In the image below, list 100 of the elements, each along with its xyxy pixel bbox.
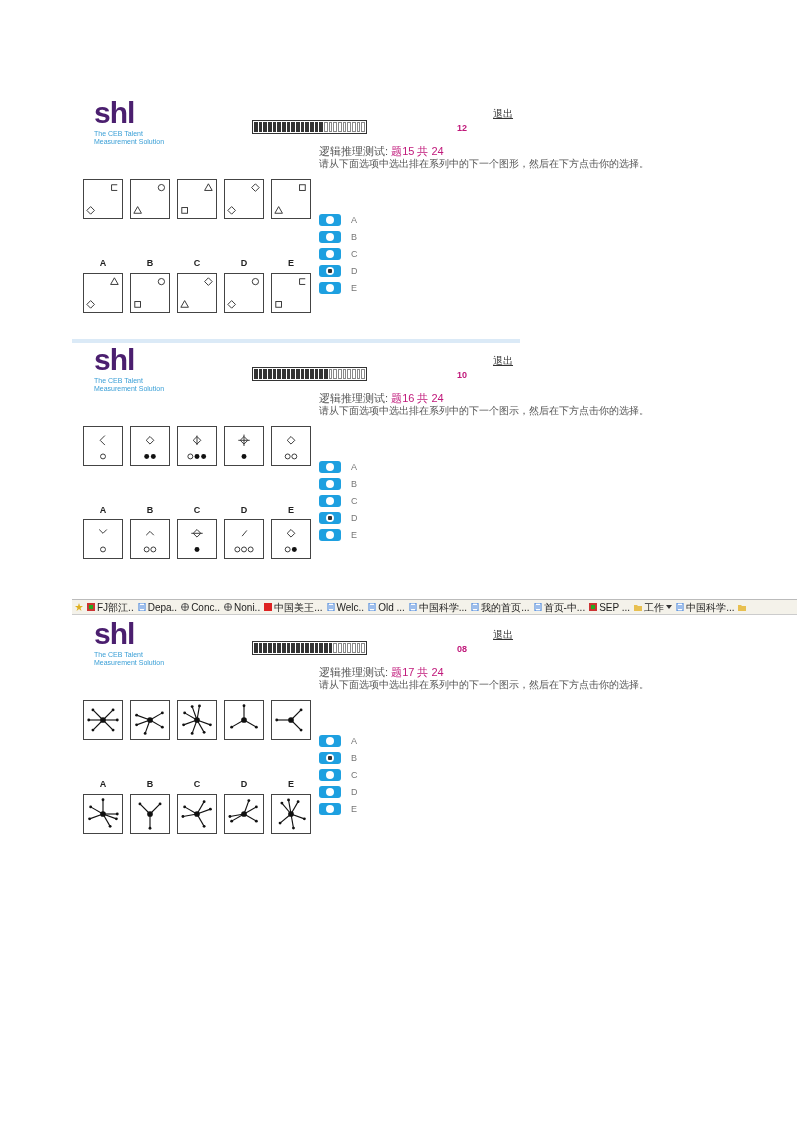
figure-drawing [271,700,311,740]
radio-option[interactable] [319,231,341,243]
globe-icon [181,603,190,611]
figure-drawing [224,272,264,313]
figure-drawing [83,519,123,559]
answer-label: C [192,503,202,517]
radio-option[interactable] [319,769,341,781]
radio-option[interactable] [319,460,341,473]
bookmark[interactable]: FJ部江.. [87,601,134,613]
figure-drawing [271,179,311,219]
figure-drawing [271,793,311,834]
radio-option[interactable] [319,248,341,260]
folder-icon [634,603,643,611]
figure-drawing [177,700,217,740]
exit-link[interactable]: 退出 [493,627,513,642]
option-label: E [351,283,357,293]
question-title: 逻辑推理测试: 题15 共 24 [319,144,445,158]
square-icon [264,603,273,611]
bookmark[interactable]: 我的首页... [471,601,530,613]
radio-option[interactable] [319,511,341,524]
figure-drawing [130,519,170,559]
answer-label: D [239,778,249,791]
radio-option[interactable] [319,528,341,541]
radio-option[interactable] [319,494,341,507]
figure-drawing [177,425,217,466]
option-label: B [351,232,357,242]
answer-label: B [145,503,155,517]
radio-option[interactable] [319,282,341,294]
answer-label: C [192,257,202,270]
figure-drawing [130,425,170,466]
exit-link[interactable]: 退出 [493,106,513,121]
option-label: A [351,461,357,472]
bookmark[interactable]: SEP ... [589,601,631,613]
option-label: E [351,804,357,814]
folder-icon [738,603,747,611]
radio-option[interactable] [319,477,341,490]
instruction-text: 请从下面选项中选出排在系列中的下一个图形，然后在下方点击你的选择。 [319,158,649,170]
bookmark[interactable]: 中国美王... [264,601,323,613]
figure-drawing [271,272,311,313]
radio-option[interactable] [319,735,341,747]
timer: 10 [457,368,467,382]
bookmark[interactable]: Noni.. [224,601,261,613]
globe-icon [224,603,233,611]
site-icon [87,603,95,611]
star-icon [75,603,83,611]
figure-drawing [224,425,264,466]
logo: shl [94,621,135,647]
bookmark[interactable]: 中国科学... [408,601,468,613]
bookmark[interactable]: Conc.. [181,601,221,613]
page-icon [676,603,685,611]
answer-label: B [145,778,155,791]
option-label: D [351,266,358,276]
radio-option[interactable] [319,265,341,277]
answer-label: A [98,503,108,517]
timer: 12 [457,122,467,135]
page-icon [137,603,146,611]
page-icon [368,603,377,611]
page-icon [533,603,542,611]
bookmark[interactable]: 首页-中... [533,601,586,613]
figure-drawing [83,793,123,834]
bookmark[interactable] [75,603,83,611]
figure-drawing [177,179,217,219]
bookmark[interactable] [738,603,747,611]
option-label: D [351,512,358,523]
site-icon [589,603,598,611]
option-label: A [351,215,357,225]
logo: shl [94,100,135,126]
figure-drawing [130,179,170,219]
timer: 08 [457,643,467,656]
figure-drawing [224,519,264,559]
bookmark[interactable]: Depa.. [137,601,178,613]
radio-option[interactable] [319,752,341,764]
figure-drawing [130,700,170,740]
answer-label: D [239,257,249,270]
figure-drawing [271,519,311,559]
exit-link[interactable]: 退出 [493,352,513,368]
figure-drawing [83,179,123,219]
bookmark[interactable]: 工作 [634,601,673,613]
radio-option[interactable] [319,786,341,798]
answer-label: D [239,503,249,517]
figure-drawing [83,700,123,740]
bookmark[interactable]: Welc.. [326,601,365,613]
answer-label: B [145,257,155,270]
page-icon [408,603,417,611]
page-icon [326,603,335,611]
radio-option[interactable] [319,803,341,815]
option-label: B [351,753,357,763]
radio-option[interactable] [319,214,341,226]
answer-label: E [287,257,295,270]
answer-label: C [192,778,202,791]
answer-label: E [287,778,295,791]
answer-label: A [98,778,108,791]
instruction-text: 请从下面选项中选出排在系列中的下一个图示，然后在下方点击你的选择。 [319,679,649,691]
logo: shl [94,346,135,373]
bookmark[interactable]: Old ... [368,601,405,613]
figure-drawing [177,793,217,834]
answer-label: A [98,257,108,270]
bookmark[interactable]: 中国科学... [676,601,735,613]
figure-drawing [271,425,311,466]
option-label: C [351,249,358,259]
